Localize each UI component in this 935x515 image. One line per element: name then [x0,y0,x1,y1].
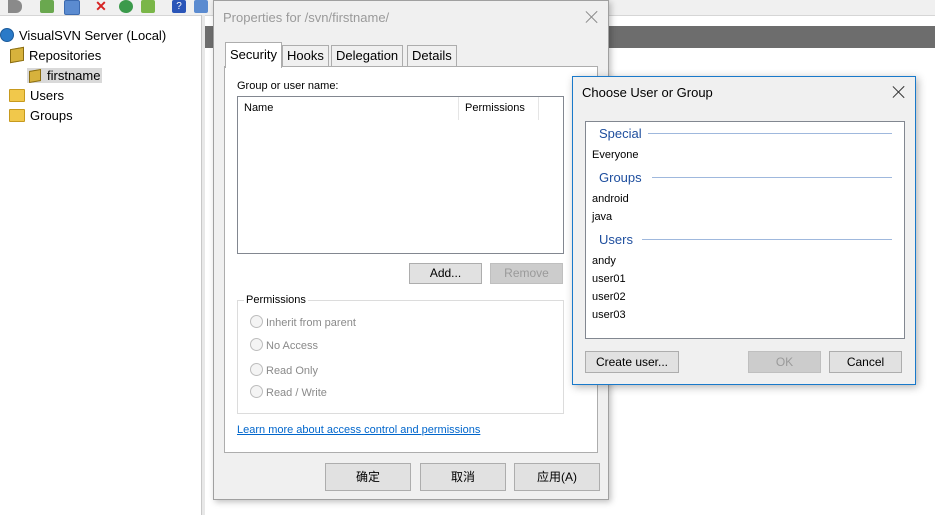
cancel-button[interactable]: Cancel [829,351,902,373]
section-header-special: Special [599,126,642,141]
section-divider [652,177,892,178]
list-item[interactable]: andy [592,255,616,267]
remove-button[interactable]: Remove [490,263,563,284]
ok-button[interactable]: 确定 [325,463,411,491]
add-button[interactable]: Add... [409,263,482,284]
column-header-name[interactable]: Name [238,97,459,120]
tree-item-groups[interactable]: Groups [9,107,73,125]
create-user-button[interactable]: Create user... [585,351,679,373]
radio-label: No Access [266,340,318,352]
radio-circle-icon [250,338,263,351]
close-icon[interactable] [892,85,906,99]
cancel-button[interactable]: 取消 [420,463,506,491]
refresh-icon[interactable] [119,0,133,13]
radio-label: Read / Write [266,387,327,399]
radio-read-write[interactable]: Read / Write [250,385,327,399]
new-repository-icon[interactable] [40,0,54,13]
properties-dialog: Properties for /svn/firstname/ Security … [213,0,609,500]
ok-button[interactable]: OK [748,351,821,373]
column-header-permissions[interactable]: Permissions [459,97,539,120]
tree-item-firstname[interactable]: firstname [27,67,103,85]
tree-item-label: Repositories [29,48,102,63]
tree-item-label: firstname [47,68,101,83]
repository-icon [29,68,41,84]
console-tree: VisualSVN Server (Local) Repositories fi… [0,26,201,515]
server-icon [0,28,14,42]
permissions-legend: Permissions [244,294,308,306]
list-item[interactable]: java [592,211,612,223]
permissions-group: Permissions Inherit from parent No Acces… [237,294,564,414]
tree-item-repositories[interactable]: Repositories [10,46,102,65]
repositories-icon [10,46,24,64]
radio-inherit-from-parent[interactable]: Inherit from parent [250,315,356,329]
radio-label: Inherit from parent [266,317,356,329]
section-header-users: Users [599,232,633,247]
radio-circle-icon [250,315,263,328]
list-item[interactable]: user02 [592,291,626,303]
section-divider [642,239,892,240]
folder-icon [9,109,25,122]
section-divider [648,133,892,134]
section-header-groups: Groups [599,170,642,185]
view-icon[interactable] [194,0,208,13]
delete-icon[interactable]: ✕ [94,0,108,13]
tab-security[interactable]: Security [225,42,282,68]
apply-button[interactable]: 应用(A) [514,463,600,491]
list-item[interactable]: Everyone [592,149,638,161]
close-icon[interactable] [585,10,599,24]
choose-user-or-group-dialog: Choose User or Group Special Everyone Gr… [572,76,916,385]
tab-details[interactable]: Details [407,45,457,66]
radio-circle-icon [250,363,263,376]
list-item[interactable]: user03 [592,309,626,321]
tree-item-users[interactable]: Users [9,87,64,105]
learn-more-link[interactable]: Learn more about access control and perm… [237,424,480,436]
radio-circle-icon [250,385,263,398]
radio-read-only[interactable]: Read Only [250,363,318,377]
dialog-title: Choose User or Group [582,85,713,100]
dialog-title: Properties for /svn/firstname/ [223,10,390,25]
list-item[interactable]: android [592,193,629,205]
tree-item-label: Groups [30,108,73,123]
tree-item-label: VisualSVN Server (Local) [19,28,167,43]
group-or-user-label: Group or user name: [237,80,339,92]
tab-delegation[interactable]: Delegation [331,45,404,66]
folder-icon [9,89,25,102]
help-icon[interactable]: ? [172,0,186,13]
security-tab-panel: Group or user name: Name Permissions Add… [224,66,598,453]
acl-list[interactable]: Name Permissions [237,96,564,254]
forward-icon[interactable] [8,0,22,13]
tree-item-label: Users [30,88,64,103]
export-icon[interactable] [141,0,155,13]
list-item[interactable]: user01 [592,273,626,285]
properties-icon[interactable] [64,0,80,15]
user-group-list[interactable]: Special Everyone Groups android java Use… [585,121,905,339]
radio-label: Read Only [266,365,318,377]
tree-item-server[interactable]: VisualSVN Server (Local) [0,27,166,45]
radio-no-access[interactable]: No Access [250,338,318,352]
tab-hooks[interactable]: Hooks [282,45,329,66]
